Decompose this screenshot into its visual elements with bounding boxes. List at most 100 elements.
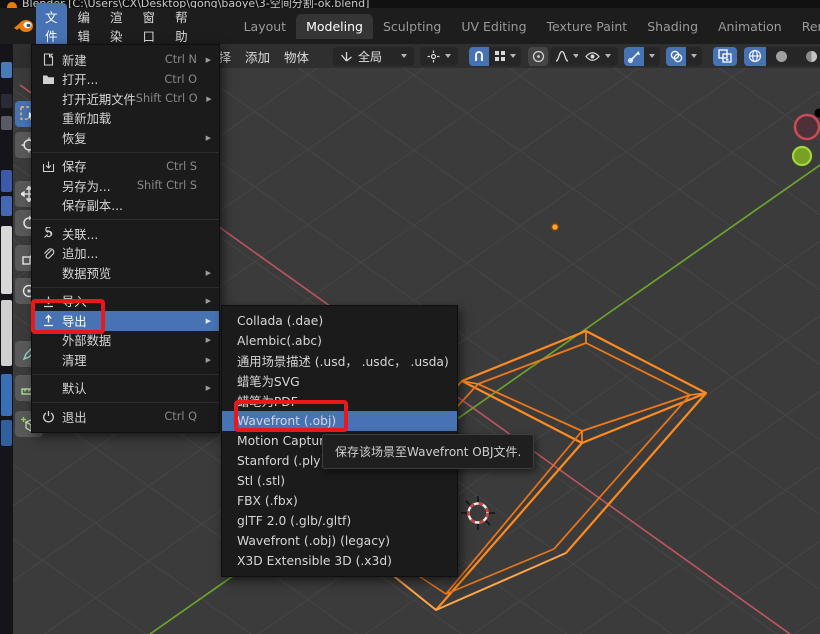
orientation-value: 全局 <box>358 48 382 65</box>
submenu-item-fbx[interactable]: FBX (.fbx) <box>222 491 457 511</box>
gizmo-dropdown[interactable] <box>644 47 660 66</box>
eye-visibility-icon <box>585 51 600 62</box>
file-menu-popup: 新建 Ctrl N ▶ 打开... Ctrl O 打开近期文件 Shift Ct… <box>31 44 220 433</box>
menu-separator <box>32 287 219 288</box>
blender-logo-icon[interactable] <box>13 18 35 34</box>
submenu-item-usd[interactable]: 通用场景描述 (.usd， .usdc， .usda) <box>222 351 457 371</box>
menu-item-append[interactable]: 追加... <box>32 244 219 264</box>
chevron-down-icon <box>401 54 407 58</box>
menu-item-revert[interactable]: 重新加载 <box>32 109 219 129</box>
paperclip-icon <box>40 247 57 260</box>
import-arrow-icon <box>40 295 57 308</box>
menu-item-clean-up[interactable]: 清理 ▶ <box>32 350 219 370</box>
falloff-curve-icon <box>555 50 569 62</box>
power-icon <box>40 410 57 423</box>
nav-gizmo-z-axis-ball[interactable] <box>815 109 820 118</box>
magnet-icon <box>473 50 485 62</box>
gizmo-arrow-icon <box>628 50 641 63</box>
menu-window[interactable]: 窗口 <box>134 3 165 49</box>
chevron-down-icon <box>691 54 697 58</box>
chevron-down-icon <box>510 54 516 58</box>
workspace-tabs: Layout Modeling Sculpting UV Editing Tex… <box>234 14 820 39</box>
submenu-item-alembic[interactable]: Alembic(.abc) <box>222 331 457 351</box>
tab-modeling[interactable]: Modeling <box>296 14 373 39</box>
menu-separator <box>32 374 219 375</box>
chevron-down-icon <box>445 54 451 58</box>
menu-item-link[interactable]: 关联... <box>32 224 219 244</box>
submenu-item-wavefront-legacy[interactable]: Wavefront (.obj) (legacy) <box>222 531 457 551</box>
tab-uv-editing[interactable]: UV Editing <box>451 14 536 39</box>
export-arrow-icon <box>40 314 57 327</box>
menu-render[interactable]: 渲染 <box>101 3 132 49</box>
tab-shading[interactable]: Shading <box>637 14 708 39</box>
submenu-item-gltf[interactable]: glTF 2.0 (.glb/.gltf) <box>222 511 457 531</box>
menu-item-open-recent[interactable]: 打开近期文件 Shift Ctrl O ▶ <box>32 89 219 109</box>
tab-layout[interactable]: Layout <box>234 14 297 39</box>
snap-grid-icon <box>494 50 506 62</box>
menu-edit[interactable]: 编辑 <box>69 3 100 49</box>
menu-item-quit[interactable]: 退出 Ctrl Q <box>32 407 219 427</box>
snap-toggle-button[interactable] <box>469 47 489 66</box>
orientation-axes-icon <box>340 50 353 63</box>
menu-item-save-as[interactable]: 另存为... Shift Ctrl S <box>32 176 219 196</box>
menu-item-export[interactable]: 导出 ▶ <box>32 311 219 331</box>
menu-help[interactable]: 帮助 <box>166 3 197 49</box>
overlays-dropdown[interactable] <box>686 47 702 66</box>
material-sphere-icon <box>805 50 818 63</box>
overlays-icon <box>670 50 683 63</box>
chevron-down-icon <box>605 54 611 58</box>
menu-object[interactable]: 物体 <box>284 47 309 66</box>
snap-with-dropdown[interactable] <box>489 47 521 66</box>
menu-separator <box>32 402 219 403</box>
menu-item-data-preview[interactable]: 数据预览 ▶ <box>32 263 219 283</box>
menu-item-open[interactable]: 打开... Ctrl O <box>32 70 219 90</box>
shading-wireframe-button[interactable] <box>744 47 766 66</box>
solid-sphere-icon <box>775 50 788 63</box>
submenu-item-grease-pencil-svg[interactable]: 蜡笔为SVG <box>222 371 457 391</box>
open-folder-icon <box>40 73 57 86</box>
menu-item-save-copy[interactable]: 保存副本... <box>32 196 219 216</box>
tab-animation[interactable]: Animation <box>708 14 792 39</box>
show-gizmo-toggle[interactable] <box>624 47 644 66</box>
menu-item-recover[interactable]: 恢复 ▶ <box>32 128 219 148</box>
pivot-point-dropdown[interactable] <box>420 47 458 66</box>
show-overlays-toggle[interactable] <box>666 47 686 66</box>
topbar: 文件 编辑 渲染 窗口 帮助 Layout Modeling Sculpting… <box>0 8 820 44</box>
new-file-icon <box>40 53 57 66</box>
save-icon <box>40 160 57 173</box>
3d-cursor <box>461 496 495 530</box>
menu-separator <box>32 152 219 153</box>
pivot-icon <box>427 50 440 63</box>
nav-gizmo-x-axis-ball[interactable] <box>795 115 819 139</box>
submenu-item-collada[interactable]: Collada (.dae) <box>222 311 457 331</box>
menu-item-external-data[interactable]: 外部数据 ▶ <box>32 331 219 351</box>
submenu-item-x3d[interactable]: X3D Extensible 3D (.x3d) <box>222 551 457 571</box>
menu-separator <box>32 219 219 220</box>
shading-material-button[interactable] <box>796 47 820 66</box>
proportional-circle-icon <box>532 50 545 63</box>
proportional-editing-toggle[interactable] <box>528 47 548 66</box>
link-chain-icon <box>40 227 57 240</box>
wireframe-sphere-icon <box>748 49 762 63</box>
blender-window: Blender [C:\Users\CX\Desktop\gong\baoye\… <box>0 0 820 634</box>
object-origin-dot <box>552 224 559 231</box>
menu-item-save[interactable]: 保存 Ctrl S <box>32 157 219 177</box>
submenu-item-stl[interactable]: Stl (.stl) <box>222 471 457 491</box>
menu-item-new[interactable]: 新建 Ctrl N ▶ <box>32 50 219 70</box>
tab-rendering[interactable]: Renderi <box>792 14 820 39</box>
xray-toggle-button[interactable] <box>713 47 737 66</box>
shading-solid-button[interactable] <box>766 47 796 66</box>
menu-file[interactable]: 文件 <box>36 3 67 49</box>
nav-gizmo-y-axis-ball[interactable] <box>793 147 811 165</box>
tab-sculpting[interactable]: Sculpting <box>373 14 451 39</box>
submenu-item-grease-pencil-pdf[interactable]: 蜡笔为PDF <box>222 391 457 411</box>
submenu-item-wavefront-obj[interactable]: Wavefront (.obj) <box>222 411 457 431</box>
transform-orientation-dropdown[interactable]: 全局 <box>333 47 414 66</box>
export-tooltip: 保存该场景至Wavefront OBJ文件. <box>322 434 534 469</box>
left-edge-app-sliver <box>0 8 13 634</box>
show-object-types-dropdown[interactable] <box>578 47 618 66</box>
tab-texture-paint[interactable]: Texture Paint <box>537 14 638 39</box>
menu-item-import[interactable]: 导入 ▶ <box>32 292 219 312</box>
menu-item-defaults[interactable]: 默认 ▶ <box>32 379 219 399</box>
menu-add[interactable]: 添加 <box>245 47 270 66</box>
